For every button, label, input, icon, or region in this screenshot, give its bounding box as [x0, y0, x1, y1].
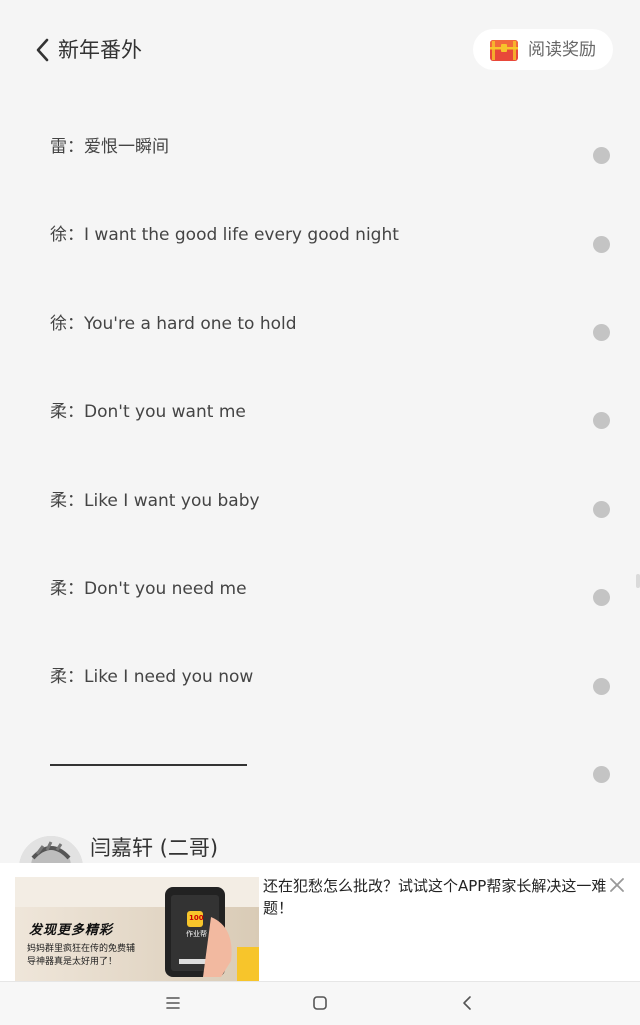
content-line: 雷：爱恨一瞬间	[50, 137, 169, 157]
separator-line	[50, 764, 247, 766]
content-line: 徐：You're a hard one to hold	[50, 314, 297, 334]
paragraph-comment-dot[interactable]	[593, 501, 610, 518]
ad-thumb-caption-1: 妈妈群里疯狂在传的免费辅	[27, 944, 136, 954]
content-line: 柔：Don't you need me	[50, 579, 247, 599]
paragraph-comment-dot[interactable]	[593, 236, 610, 253]
scrollbar[interactable]	[636, 574, 640, 588]
content-line: 柔：Like I need you now	[50, 667, 254, 687]
home-button[interactable]	[308, 991, 332, 1015]
reading-reward-label: 阅读奖励	[528, 40, 596, 60]
avatar[interactable]	[19, 836, 83, 864]
paragraph-comment-dot[interactable]	[593, 589, 610, 606]
back-button[interactable]	[34, 36, 54, 66]
page-title: 新年番外	[58, 38, 142, 62]
paragraph-comment-dot[interactable]	[593, 678, 610, 695]
top-bar: 新年番外 阅读奖励	[0, 0, 640, 100]
ad-thumb-caption-2: 导神器真是太好用了！	[27, 957, 118, 967]
ad-thumb-headline: 发现更多精彩	[29, 923, 114, 938]
paragraph-comment-dot[interactable]	[593, 412, 610, 429]
content-line: 柔：Like I want you baby	[50, 491, 260, 511]
ad-text[interactable]: 还在犯愁怎么批改？试试这个APP帮家长解决这一难题！	[263, 875, 613, 919]
treasure-chest-icon	[490, 40, 518, 61]
paragraph-comment-dot[interactable]	[593, 766, 610, 783]
nav-back-button[interactable]	[455, 991, 479, 1015]
ad-banner[interactable]: 发现更多精彩 妈妈群里疯狂在传的免费辅 导神器真是太好用了！ 100 作业帮 还…	[0, 863, 640, 981]
content-line: 柔：Don't you want me	[50, 402, 246, 422]
reading-reward-button[interactable]: 阅读奖励	[473, 29, 613, 70]
author-row[interactable]: 闫嘉轩 (二哥)	[0, 828, 640, 864]
menu-icon	[166, 997, 180, 1009]
nav-back-icon	[463, 996, 471, 1010]
ad-thumb-app-name: 作业帮	[186, 930, 207, 938]
avatar-image	[19, 836, 83, 864]
author-name: 闫嘉轩 (二哥)	[90, 836, 219, 860]
home-icon	[313, 996, 327, 1010]
ad-thumbnail[interactable]: 发现更多精彩 妈妈群里疯狂在传的免费辅 导神器真是太好用了！ 100 作业帮	[15, 877, 259, 981]
content-line: 徐：I want the good life every good night	[50, 225, 399, 245]
paragraph-comment-dot[interactable]	[593, 147, 610, 164]
ad-thumb-app-badge: 100	[189, 914, 204, 922]
system-nav-bar	[0, 981, 640, 1025]
paragraph-comment-dot[interactable]	[593, 324, 610, 341]
back-icon	[36, 38, 49, 62]
menu-button[interactable]	[161, 991, 185, 1015]
close-icon	[610, 878, 624, 892]
ad-close-button[interactable]	[607, 875, 627, 895]
